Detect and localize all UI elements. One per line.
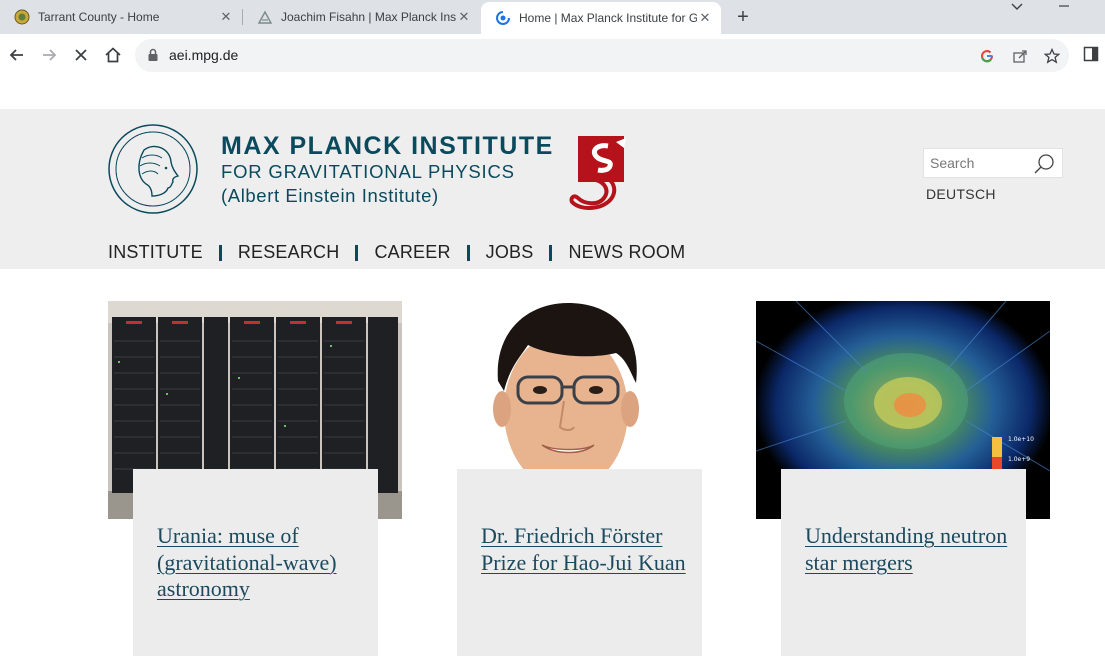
tab-title: Home | Max Planck Institute for G [519, 11, 697, 25]
loading-spinner-icon [495, 10, 511, 26]
back-arrow-icon[interactable] [6, 44, 28, 66]
minimize-icon[interactable] [1057, 0, 1071, 14]
tab-search-chevron-icon[interactable] [1010, 0, 1024, 14]
stop-loading-icon[interactable] [70, 44, 92, 66]
search-icon[interactable] [1033, 153, 1055, 180]
mpi-plant-icon [257, 9, 273, 25]
browser-tabstrip: Tarrant County - Home ✕ Joachim Fisahn |… [0, 0, 1105, 34]
aei-logo-icon[interactable] [568, 136, 634, 219]
site-header: MAX PLANCK INSTITUTE FOR GRAVITATIONAL P… [0, 109, 1105, 269]
browser-tab-3[interactable]: Home | Max Planck Institute for G ✕ [481, 2, 721, 34]
lock-icon[interactable] [147, 48, 159, 67]
share-icon[interactable] [1011, 47, 1029, 65]
county-seal-icon [14, 9, 30, 25]
nav-item-news-room[interactable]: NEWS ROOM [568, 242, 685, 263]
close-icon[interactable]: ✕ [697, 10, 713, 26]
news-card[interactable]: Dr. Friedrich Förster Prize for Hao-Jui … [457, 469, 702, 656]
page-top-band [0, 78, 1105, 110]
forward-arrow-icon[interactable] [38, 44, 60, 66]
search-box[interactable] [923, 148, 1063, 178]
new-tab-button[interactable]: + [733, 6, 753, 28]
institute-name-line3: (Albert Einstein Institute) [221, 185, 439, 206]
nav-item-research[interactable]: RESEARCH [238, 242, 340, 263]
browser-toolbar: aei.mpg.de [0, 34, 1105, 78]
nav-item-jobs[interactable]: JOBS [486, 242, 534, 263]
nav-item-career[interactable]: CAREER [374, 242, 450, 263]
nav-divider [355, 244, 359, 261]
google-translate-icon[interactable] [978, 47, 996, 65]
main-navigation: INSTITUTE RESEARCH CAREER JOBS NEWS ROOM [108, 242, 685, 263]
browser-tab-1[interactable]: Tarrant County - Home ✕ [0, 0, 242, 34]
news-card[interactable]: Urania: muse of (gravitational-wave) ast… [133, 469, 378, 656]
nav-item-institute[interactable]: INSTITUTE [108, 242, 203, 263]
tab-title: Tarrant County - Home [38, 10, 160, 24]
svg-text:1.0e+10: 1.0e+10 [1008, 436, 1034, 443]
browser-tab-2[interactable]: Joachim Fisahn | Max Planck Insti ✕ [243, 0, 480, 34]
url-text[interactable]: aei.mpg.de [169, 47, 238, 63]
close-icon[interactable]: ✕ [456, 9, 472, 25]
language-link-deutsch[interactable]: DEUTSCH [926, 186, 996, 202]
institute-name-line1: MAX PLANCK INSTITUTE [221, 132, 554, 160]
institute-name-line2: FOR GRAVITATIONAL PHYSICS [221, 161, 515, 182]
nav-divider [218, 244, 222, 261]
side-panel-icon[interactable] [1083, 46, 1099, 67]
card-title-link[interactable]: Urania: muse of (gravitational-wave) ast… [157, 523, 367, 603]
svg-text:1.0e+9: 1.0e+9 [1008, 456, 1030, 463]
nav-divider [466, 244, 470, 261]
minerva-logo-icon[interactable] [108, 124, 198, 219]
card-title-link[interactable]: Understanding neutron star mergers [805, 523, 1015, 576]
close-icon[interactable]: ✕ [218, 9, 234, 25]
card-title-link[interactable]: Dr. Friedrich Förster Prize for Hao-Jui … [481, 523, 691, 576]
home-icon[interactable] [102, 44, 124, 66]
address-bar[interactable]: aei.mpg.de [135, 39, 1069, 72]
bookmark-star-icon[interactable] [1043, 47, 1061, 65]
news-card[interactable]: Understanding neutron star mergers [781, 469, 1026, 656]
search-input[interactable] [928, 154, 1032, 172]
institute-name[interactable]: MAX PLANCK INSTITUTE FOR GRAVITATIONAL P… [221, 132, 554, 208]
tab-title: Joachim Fisahn | Max Planck Insti [281, 10, 456, 24]
nav-divider [549, 244, 553, 261]
